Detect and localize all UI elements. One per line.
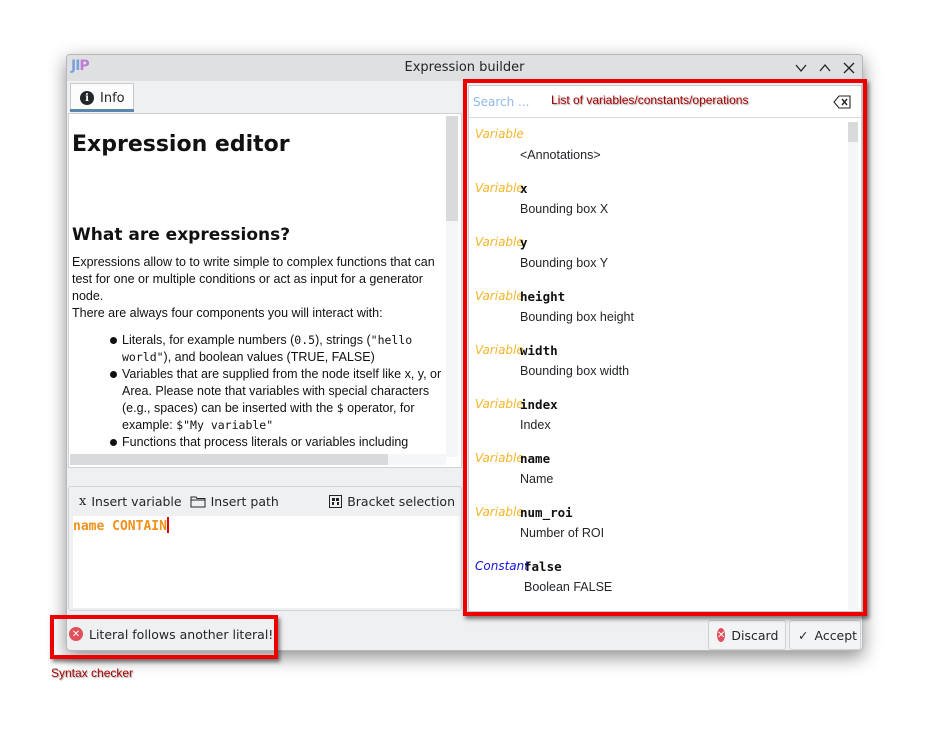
clear-search-button[interactable]: [833, 94, 851, 110]
checkmark-icon: ✓: [798, 627, 809, 643]
insert-variable-button[interactable]: x Insert variable: [75, 489, 186, 513]
close-button[interactable]: [839, 58, 859, 78]
insert-path-button[interactable]: Insert path: [186, 489, 283, 513]
discard-button[interactable]: ✕ Discard: [708, 620, 786, 650]
backspace-icon: [833, 95, 851, 109]
item-name: y: [520, 235, 528, 250]
list-item[interactable]: Variable x Bounding box X: [469, 173, 849, 227]
item-name: num_roi: [520, 505, 573, 520]
item-kind: Variable: [475, 397, 524, 411]
item-description: Bounding box height: [520, 310, 634, 324]
list-item[interactable]: Variable width Bounding box width: [469, 335, 849, 389]
item-name: false: [524, 559, 562, 574]
bracket-selection-button[interactable]: Bracket selection: [325, 489, 459, 513]
expression-text[interactable]: name CONTAIN: [73, 517, 169, 534]
list-item[interactable]: Variable <Annotations>: [469, 119, 849, 173]
scroll-thumb[interactable]: [70, 454, 388, 465]
scroll-thumb[interactable]: [848, 122, 858, 142]
close-icon: [843, 62, 855, 74]
list-item[interactable]: Variable num_roi Number of ROI: [469, 497, 849, 551]
bullet-variables: Variables that are supplied from the nod…: [109, 366, 447, 434]
item-description: Name: [520, 472, 554, 486]
item-kind: Variable: [475, 181, 524, 195]
item-kind: Variable: [475, 505, 524, 519]
item-kind: Constant: [475, 559, 529, 573]
item-description: Boolean FALSE: [524, 580, 613, 594]
syntax-status: ✕ Literal follows another literal!: [67, 622, 273, 646]
chevron-up-icon: [819, 63, 831, 72]
list-scrollbar[interactable]: [848, 122, 858, 610]
accept-button[interactable]: ✓ Accept: [789, 620, 861, 650]
tab-info[interactable]: i Info: [70, 83, 134, 112]
search-input[interactable]: [473, 92, 543, 112]
item-name: height: [520, 289, 566, 304]
variable-icon: x: [79, 493, 87, 509]
window-title: Expression builder: [404, 60, 525, 75]
doc-title: Expression editor: [72, 132, 290, 157]
variables-list: Variable <Annotations> Variable x Bounding b…: [469, 119, 849, 611]
bracket-icon: [329, 494, 343, 508]
item-name: width: [520, 343, 558, 358]
item-kind: Variable: [475, 289, 524, 303]
minimize-button[interactable]: [791, 58, 811, 78]
error-icon: ✕: [69, 627, 83, 641]
syntax-status-message: Literal follows another literal!: [89, 626, 274, 642]
annotation-syntax-label: Syntax checker: [51, 666, 134, 680]
expression-input[interactable]: name CONTAIN: [73, 516, 459, 608]
scroll-thumb[interactable]: [446, 116, 458, 221]
chevron-down-icon: [795, 64, 807, 73]
item-kind: Variable: [475, 343, 524, 357]
doc-vertical-scrollbar[interactable]: [446, 116, 458, 457]
tab-info-label: Info: [100, 90, 125, 106]
item-name: name: [520, 451, 551, 466]
left-tab-bar: i Info: [67, 81, 464, 113]
maximize-button[interactable]: [815, 58, 835, 78]
item-description: Bounding box width: [520, 364, 630, 378]
list-item[interactable]: Variable y Bounding box Y: [469, 227, 849, 281]
documentation-panel: Expression editor What are expressions? …: [68, 113, 462, 468]
item-name: index: [520, 397, 558, 412]
item-kind: Variable: [475, 451, 524, 465]
info-icon: i: [80, 91, 94, 105]
list-item[interactable]: Variable height Bounding box height: [469, 281, 849, 335]
folder-icon: [190, 496, 206, 507]
item-kind: Variable: [475, 127, 524, 141]
item-description: <Annotations>: [520, 148, 601, 162]
text-caret: [166, 517, 169, 533]
editor-toolbar: x Insert variable Insert path Bracket se…: [69, 487, 461, 515]
discard-icon: ✕: [717, 628, 726, 642]
item-description: Bounding box X: [520, 202, 609, 216]
doc-subtitle: What are expressions?: [72, 225, 291, 245]
list-item[interactable]: Variable index Index: [469, 389, 849, 443]
item-kind: Variable: [475, 235, 524, 249]
item-description: Bounding box Y: [520, 256, 609, 270]
variables-panel: Variable<Annotations>VariablexBounding b…: [468, 85, 862, 612]
bullet-literals: Literals, for example numbers (0.5), str…: [109, 332, 447, 366]
list-item[interactable]: Variable name Name: [469, 443, 849, 497]
list-item[interactable]: Constant false Boolean FALSE: [469, 551, 849, 605]
annotation-list-label: List of variables/constants/operations: [551, 93, 749, 107]
item-description: Number of ROI: [520, 526, 605, 540]
doc-bullet-list: Literals, for example numbers (0.5), str…: [72, 332, 447, 451]
item-description: Index: [520, 418, 551, 432]
item-name: x: [520, 181, 528, 196]
title-bar: JIP Expression builder: [67, 55, 862, 81]
expression-editor: x Insert variable Insert path Bracket se…: [68, 486, 462, 611]
bullet-functions: Functions that process literals or varia…: [109, 434, 447, 451]
doc-paragraph: Expressions allow to to write simple to …: [72, 255, 435, 320]
expression-builder-window: JIP Expression builder i Info Expression…: [66, 54, 863, 651]
doc-horizontal-scrollbar[interactable]: [70, 454, 446, 465]
